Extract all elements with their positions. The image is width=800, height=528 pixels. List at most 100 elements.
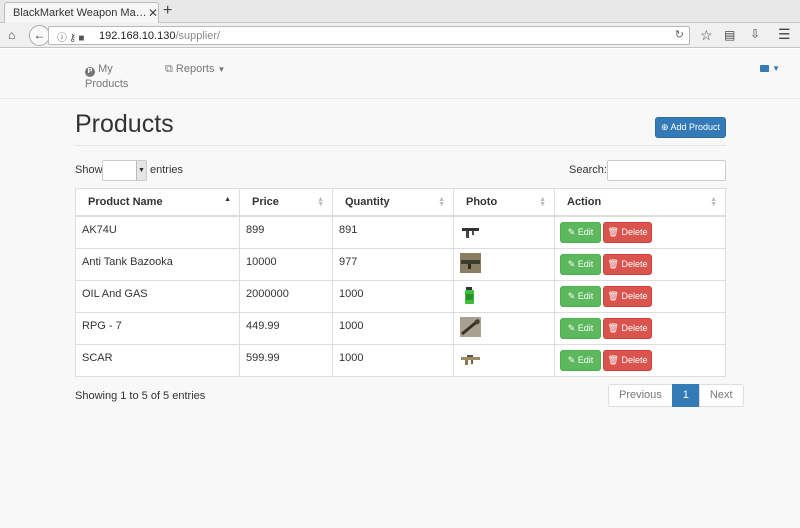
ak74u-thumbnail[interactable]: [460, 221, 481, 241]
caret-down-icon: ▼: [772, 64, 780, 73]
edit-button[interactable]: ✎ Edit: [560, 221, 601, 243]
edit-button[interactable]: ✎ Edit: [560, 349, 601, 371]
table-row: OIL And GAS 2000000 1000 ✎ Edit 🗑 Delete: [75, 279, 726, 313]
download-icon[interactable]: ⇩: [750, 27, 760, 41]
price-cell: 599.99: [239, 343, 333, 377]
search-label: Search:: [569, 164, 607, 176]
trash-icon: 🗑: [607, 354, 619, 365]
header-action[interactable]: Action ▲ ▼: [554, 188, 726, 217]
gas-can-thumbnail[interactable]: [460, 285, 481, 305]
nav-reports-dropdown[interactable]: ⧉ Reports ▼: [165, 62, 225, 77]
search-input[interactable]: [607, 160, 726, 181]
delete-button[interactable]: 🗑 Delete: [603, 317, 652, 339]
delete-button[interactable]: 🗑 Delete: [603, 349, 652, 371]
next-page-button[interactable]: Next: [698, 384, 744, 407]
reload-icon[interactable]: ↻: [675, 28, 684, 41]
entries-label: entries: [150, 164, 184, 176]
pagination: Previous 1 Next: [608, 384, 744, 407]
reading-list-icon[interactable]: ▤: [724, 28, 735, 42]
page-title: Products: [75, 110, 174, 138]
trash-icon: 🗑: [607, 258, 619, 269]
edit-icon: ✎: [567, 322, 576, 333]
scar-thumbnail[interactable]: [460, 349, 481, 369]
page-1-button[interactable]: 1: [671, 384, 700, 407]
edit-button[interactable]: ✎ Edit: [560, 317, 601, 339]
table-row: Anti Tank Bazooka 10000 977 ✎ Edit 🗑 Dele…: [75, 247, 726, 281]
edit-icon: ✎: [567, 258, 576, 269]
trash-icon: 🗑: [607, 226, 619, 237]
site-navbar: P My Products ⧉ Reports ▼ ▼: [0, 49, 800, 99]
action-cell: ✎ Edit 🗑 Delete: [554, 215, 726, 249]
price-cell: 2000000: [239, 279, 333, 313]
browser-tab-bar: BlackMarket Weapon Ma… ✕ +: [0, 0, 800, 23]
url-text[interactable]: 192.168.10.130/supplier/: [99, 30, 220, 42]
edit-icon: ✎: [567, 226, 576, 237]
show-label: Show: [75, 164, 103, 176]
photo-cell: [453, 279, 555, 313]
reports-icon: ⧉: [165, 63, 173, 75]
sort-both-icon: ▲ ▼: [317, 196, 324, 208]
sort-both-icon: ▲ ▼: [710, 196, 717, 208]
home-icon[interactable]: ⌂: [8, 28, 15, 42]
back-button[interactable]: ←: [29, 25, 50, 46]
plus-circle-icon: ⊕: [660, 122, 669, 132]
close-tab-icon[interactable]: ✕: [148, 6, 158, 20]
photo-cell: [453, 215, 555, 249]
rpg7-thumbnail[interactable]: [460, 316, 481, 337]
price-cell: 10000: [239, 247, 333, 281]
add-product-button[interactable]: ⊕ Add Product: [655, 117, 726, 138]
product-icon: P: [85, 67, 95, 77]
bazooka-thumbnail[interactable]: [460, 252, 481, 273]
site-info-icon[interactable]: ⓘ⚷■: [57, 29, 86, 44]
account-dropdown[interactable]: ▼: [760, 61, 780, 76]
photo-cell: [453, 311, 555, 345]
header-photo[interactable]: Photo ▲ ▼: [453, 188, 555, 217]
table-header-row: Product Name ▲ Price ▲ ▼ Quantity ▲ ▼ Photo ▲ ▼…: [75, 188, 726, 217]
title-divider: [75, 145, 726, 146]
edit-button[interactable]: ✎ Edit: [560, 253, 601, 275]
delete-button[interactable]: 🗑 Delete: [603, 285, 652, 307]
entries-length-select[interactable]: ▼: [102, 160, 147, 181]
nav-my-products[interactable]: P My Products: [85, 62, 128, 91]
new-tab-button[interactable]: +: [163, 2, 172, 20]
action-cell: ✎ Edit 🗑 Delete: [554, 343, 726, 377]
edit-button[interactable]: ✎ Edit: [560, 285, 601, 307]
menu-icon[interactable]: ☰: [778, 26, 791, 43]
previous-page-button[interactable]: Previous: [608, 384, 673, 407]
delete-button[interactable]: 🗑 Delete: [603, 221, 652, 243]
tab-title: BlackMarket Weapon Ma…: [13, 7, 147, 19]
table-row: AK74U 899 891 ✎ Edit 🗑 Delete: [75, 215, 726, 249]
sort-both-icon: ▲ ▼: [438, 196, 445, 208]
table-info: Showing 1 to 5 of 5 entries: [75, 390, 206, 402]
action-cell: ✎ Edit 🗑 Delete: [554, 279, 726, 313]
lock-icon: [760, 65, 769, 72]
browser-toolbar: ⌂ ← ⓘ⚷■ 192.168.10.130/supplier/ ↻ ☆ ▤ ⇩…: [0, 23, 800, 48]
header-product-name[interactable]: Product Name ▲: [75, 188, 240, 217]
arrow-left-icon: ←: [33, 28, 46, 42]
header-quantity[interactable]: Quantity ▲ ▼: [332, 188, 454, 217]
delete-button[interactable]: 🗑 Delete: [603, 253, 652, 275]
quantity-cell: 891: [332, 215, 454, 249]
photo-cell: [453, 247, 555, 281]
bookmark-star-icon[interactable]: ☆: [700, 27, 713, 44]
action-cell: ✎ Edit 🗑 Delete: [554, 311, 726, 345]
photo-cell: [453, 343, 555, 377]
product-name-cell: Anti Tank Bazooka: [75, 247, 240, 281]
select-arrow-icon: ▼: [136, 161, 146, 180]
caret-down-icon: ▼: [217, 65, 226, 74]
product-name-cell: RPG - 7: [75, 311, 240, 345]
edit-icon: ✎: [567, 354, 576, 365]
product-name-cell: AK74U: [75, 215, 240, 249]
sort-asc-icon: ▲: [224, 196, 231, 203]
browser-tab[interactable]: BlackMarket Weapon Ma… ✕: [4, 2, 159, 23]
header-price[interactable]: Price ▲ ▼: [239, 188, 333, 217]
page-body: P My Products ⧉ Reports ▼ ▼ Products ⊕ A…: [0, 49, 800, 528]
product-name-cell: SCAR: [75, 343, 240, 377]
edit-icon: ✎: [567, 290, 576, 301]
quantity-cell: 1000: [332, 311, 454, 345]
quantity-cell: 977: [332, 247, 454, 281]
url-bar[interactable]: ⓘ⚷■ 192.168.10.130/supplier/ ↻: [48, 26, 690, 45]
price-cell: 449.99: [239, 311, 333, 345]
table-row: RPG - 7 449.99 1000 ✎ Edit 🗑 Delete: [75, 311, 726, 345]
trash-icon: 🗑: [607, 322, 619, 333]
